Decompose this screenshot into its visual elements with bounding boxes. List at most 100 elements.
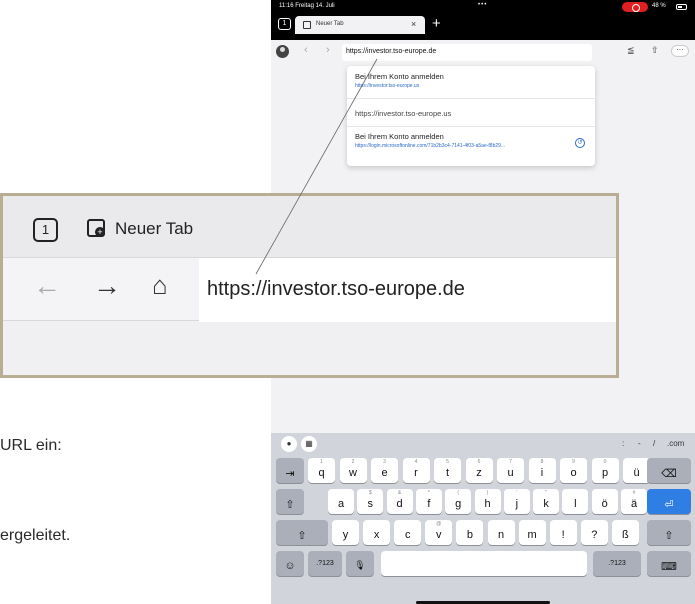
key-label: ?	[591, 529, 598, 541]
scan-text-icon[interactable]: ▦	[301, 436, 317, 452]
key-?[interactable]: ?	[580, 520, 608, 545]
key-y[interactable]: y	[332, 520, 359, 545]
dictation-icon[interactable]: ●	[281, 436, 297, 452]
key-ß[interactable]: ß	[611, 520, 639, 545]
new-tab-button[interactable]: +	[432, 15, 441, 32]
profile-avatar-icon[interactable]	[276, 45, 289, 58]
key-label: j	[515, 498, 519, 510]
key-ä[interactable]: # ä	[621, 489, 647, 514]
space-bar[interactable]	[381, 551, 587, 576]
back-arrow-icon[interactable]: ←	[33, 270, 61, 302]
suggestion-item[interactable]: Bei Ihrem Konto anmelden https://investo…	[355, 72, 444, 89]
key-b[interactable]: b	[456, 520, 484, 545]
zoom-callout: 1 Neuer Tab ← → ⌂ https://investor.tso-e…	[0, 193, 619, 378]
suggestion-title: https://investor.tso-europe.us	[355, 109, 452, 118]
suggestion-title: Bei Ihrem Konto anmelden	[355, 132, 444, 141]
key-label: k	[543, 498, 549, 510]
key-r[interactable]: 4r	[402, 458, 430, 483]
slash-shortcut[interactable]: /	[653, 439, 655, 448]
callout-tab-row: 1 Neuer Tab	[3, 196, 616, 257]
key-label: h	[484, 498, 491, 510]
key-l[interactable]: l	[562, 489, 589, 514]
dotcom-shortcut[interactable]: .com	[667, 439, 684, 448]
numbers-key-left[interactable]: .?123	[308, 551, 342, 576]
key-s[interactable]: $ s	[357, 489, 384, 514]
return-key[interactable]: ⏎	[647, 489, 691, 514]
key-label: y	[342, 529, 349, 541]
key-a[interactable]: a	[328, 489, 354, 514]
key-o[interactable]: 9o	[560, 458, 587, 483]
key-label: ä	[630, 498, 638, 510]
key-label: b	[466, 529, 473, 541]
battery-percent: 48 %	[652, 3, 666, 9]
key-label: ö	[601, 498, 608, 510]
shift-key-right[interactable]: ⇧	[647, 520, 691, 545]
tab-title: Neuer Tab	[115, 219, 194, 238]
close-tab-icon[interactable]: ×	[411, 19, 416, 29]
key-label: g	[455, 498, 462, 510]
key-w[interactable]: 2w	[339, 458, 367, 483]
key-label: ü	[633, 467, 640, 479]
forward-arrow-icon[interactable]: →	[93, 270, 121, 302]
key-secondary-label: 0	[603, 459, 607, 465]
emoji-key[interactable]: ☺	[276, 551, 304, 576]
key-label: v	[436, 529, 442, 541]
key-label: e	[381, 467, 388, 479]
numbers-key-right[interactable]: .?123	[593, 551, 641, 576]
key-c[interactable]: c	[394, 520, 422, 545]
key-g[interactable]: (g	[445, 489, 472, 514]
colon-shortcut[interactable]: :	[622, 439, 624, 448]
key-secondary-label: 4	[414, 459, 418, 465]
key-z[interactable]: 6z	[465, 458, 493, 483]
key-label: z	[476, 467, 482, 479]
suggestion-item[interactable]: https://investor.tso-europe.us	[355, 109, 451, 118]
key-h[interactable]: ) h	[474, 489, 501, 514]
key-f[interactable]: * f	[415, 489, 442, 514]
shift-key-left[interactable]: ⇧	[276, 520, 328, 545]
microphone-key[interactable]: 🎙	[346, 551, 374, 576]
key-k[interactable]: " k	[533, 489, 560, 514]
key-label: o	[570, 467, 577, 479]
suggestion-item[interactable]: Bei Ihrem Konto anmelden https://login.m…	[355, 132, 505, 149]
tab-key[interactable]: ⇥	[276, 458, 304, 483]
key-ö[interactable]: ö	[591, 489, 618, 514]
caps-lock-key[interactable]: ⇧	[276, 489, 304, 514]
tab-strip: 1 Neuer Tab × +	[271, 14, 695, 40]
key-p[interactable]: 0p	[591, 458, 619, 483]
key-j[interactable]: ' j	[503, 489, 530, 514]
key-d[interactable]: & d	[386, 489, 413, 514]
key-label: d	[396, 498, 403, 510]
tab-count-button[interactable]: 1	[33, 218, 58, 242]
key-i[interactable]: 8i	[528, 458, 556, 483]
dash-shortcut[interactable]: -	[638, 439, 641, 448]
key-label: n	[497, 529, 505, 541]
key-u[interactable]: 7u	[497, 458, 524, 483]
tab-count-button[interactable]: 1	[278, 18, 291, 30]
key-x[interactable]: x	[363, 520, 391, 545]
status-time: 11:16 Freitag 14. Juli	[279, 3, 335, 9]
key-secondary-label: "	[545, 490, 547, 496]
multitask-dots[interactable]: •••	[478, 2, 487, 8]
reading-list-icon[interactable]: ≦	[627, 45, 635, 56]
tab-new-tab[interactable]: Neuer Tab ×	[295, 16, 425, 34]
home-icon[interactable]: ⌂	[152, 270, 168, 301]
key-label: l	[574, 498, 577, 510]
key-![interactable]: !	[549, 520, 577, 545]
more-menu-button[interactable]: ···	[671, 45, 689, 57]
new-tab-page-icon	[87, 219, 105, 237]
key-ü[interactable]: ü	[623, 458, 650, 483]
address-bar[interactable]: https://investor.tso-europe.de	[342, 44, 592, 61]
address-bar-zoomed[interactable]: https://investor.tso-europe.de	[199, 258, 616, 322]
hide-keyboard-key[interactable]: ⌨	[647, 551, 691, 576]
key-m[interactable]: m	[518, 520, 546, 545]
back-button[interactable]: ‹	[304, 44, 308, 56]
key-n[interactable]: n	[487, 520, 515, 545]
key-t[interactable]: 5t	[434, 458, 461, 483]
key-v[interactable]: @ v	[425, 520, 453, 545]
key-secondary-label: 2	[351, 459, 355, 465]
delete-key[interactable]: ⌫	[647, 458, 691, 483]
forward-button[interactable]: ›	[326, 44, 330, 56]
key-q[interactable]: 1q	[308, 458, 335, 483]
key-e[interactable]: 3e	[371, 458, 398, 483]
share-icon[interactable]: ⇧	[651, 45, 659, 56]
